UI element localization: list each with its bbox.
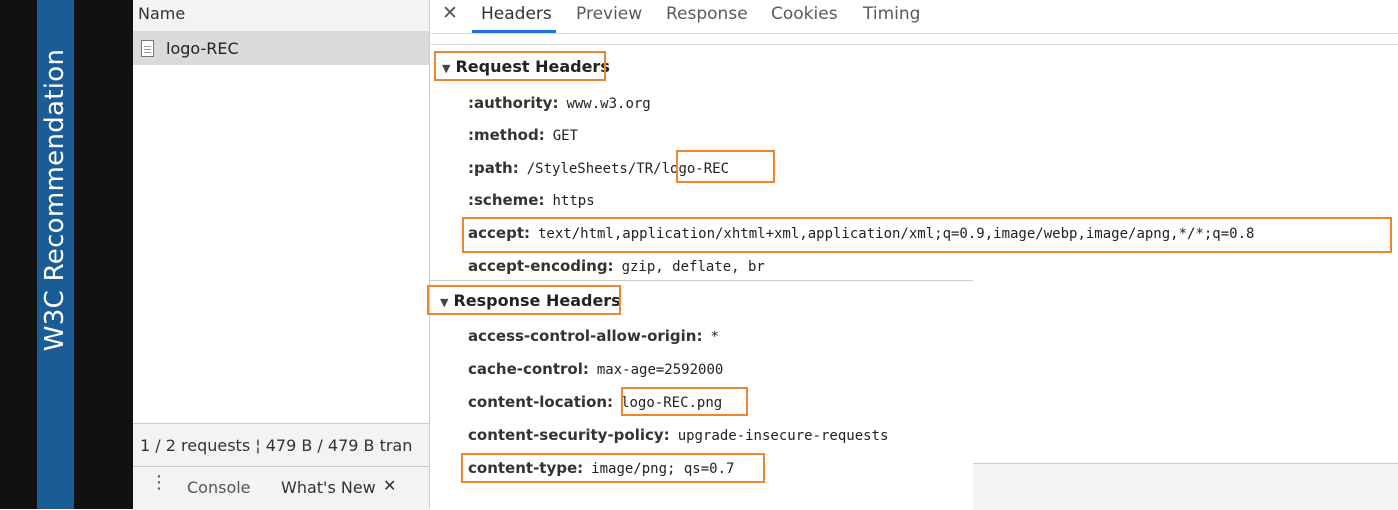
header-value: www.w3.org — [566, 96, 651, 112]
request-row[interactable]: logo-REC — [133, 32, 429, 65]
highlight-box — [461, 453, 765, 483]
divider — [430, 280, 973, 281]
header-value: https — [552, 193, 595, 209]
close-icon[interactable]: ✕ — [442, 2, 458, 24]
header-row: :authority: www.w3.org — [468, 93, 651, 112]
drawer-tab-console[interactable]: Console — [187, 478, 251, 497]
tab-response[interactable]: Response — [666, 4, 748, 24]
name-column-label: Name — [138, 4, 186, 23]
empty-panel-area — [973, 463, 1398, 510]
tab-cookies[interactable]: Cookies — [771, 4, 838, 24]
highlight-box — [462, 217, 1392, 253]
header-row: accept-encoding: gzip, deflate, br — [468, 256, 765, 275]
request-list-panel: Name logo-REC 1 / 2 requests ¦ 479 B / 4… — [133, 0, 430, 510]
highlight-box — [434, 51, 606, 81]
header-row: :method: GET — [468, 125, 578, 144]
name-column-header[interactable]: Name — [133, 0, 429, 32]
header-value: upgrade-insecure-requests — [677, 428, 889, 444]
close-icon[interactable]: ✕ — [383, 476, 396, 495]
tab-headers[interactable]: Headers — [481, 4, 552, 24]
highlight-box — [621, 387, 748, 416]
header-value: * — [710, 329, 719, 345]
header-value: gzip, deflate, br — [621, 259, 765, 275]
tab-timing[interactable]: Timing — [863, 4, 920, 24]
w3c-banner-text: W3C Recommendation — [40, 48, 70, 352]
highlight-box — [676, 150, 775, 183]
header-key: :method: — [468, 126, 545, 144]
header-value: GET — [552, 128, 578, 144]
header-key: :path: — [468, 159, 519, 177]
request-name: logo-REC — [166, 39, 239, 58]
header-key: :authority: — [468, 94, 559, 112]
active-tab-indicator — [472, 30, 556, 33]
header-key: cache-control: — [468, 360, 589, 378]
divider — [430, 44, 1398, 45]
header-row: :scheme: https — [468, 190, 595, 209]
kebab-icon[interactable]: ⋮ — [150, 472, 168, 493]
request-details-panel: ✕ Headers Preview Response Cookies Timin… — [427, 0, 1398, 510]
header-key: accept-encoding: — [468, 257, 614, 275]
highlight-box — [427, 285, 621, 315]
header-key: access-control-allow-origin: — [468, 327, 703, 345]
document-icon — [141, 40, 154, 57]
header-value-prefix: /StyleSheets/TR — [526, 161, 654, 177]
header-key: content-location: — [468, 393, 614, 411]
drawer-tab-whats-new[interactable]: What's New — [281, 478, 376, 497]
request-summary: 1 / 2 requests ¦ 479 B / 479 B tran — [140, 436, 413, 455]
details-tab-bar: ✕ Headers Preview Response Cookies Timin… — [430, 0, 1398, 34]
header-key: :scheme: — [468, 191, 545, 209]
drawer-tab-bar: ⋮ Console What's New ✕ — [133, 466, 429, 510]
network-status-bar: 1 / 2 requests ¦ 479 B / 479 B tran — [133, 423, 429, 466]
header-row: access-control-allow-origin: * — [468, 326, 719, 345]
header-row: cache-control: max-age=2592000 — [468, 359, 723, 378]
header-row: content-security-policy: upgrade-insecure… — [468, 425, 888, 444]
tab-preview[interactable]: Preview — [576, 4, 642, 24]
header-value: max-age=2592000 — [596, 362, 724, 378]
header-key: content-security-policy: — [468, 426, 670, 444]
